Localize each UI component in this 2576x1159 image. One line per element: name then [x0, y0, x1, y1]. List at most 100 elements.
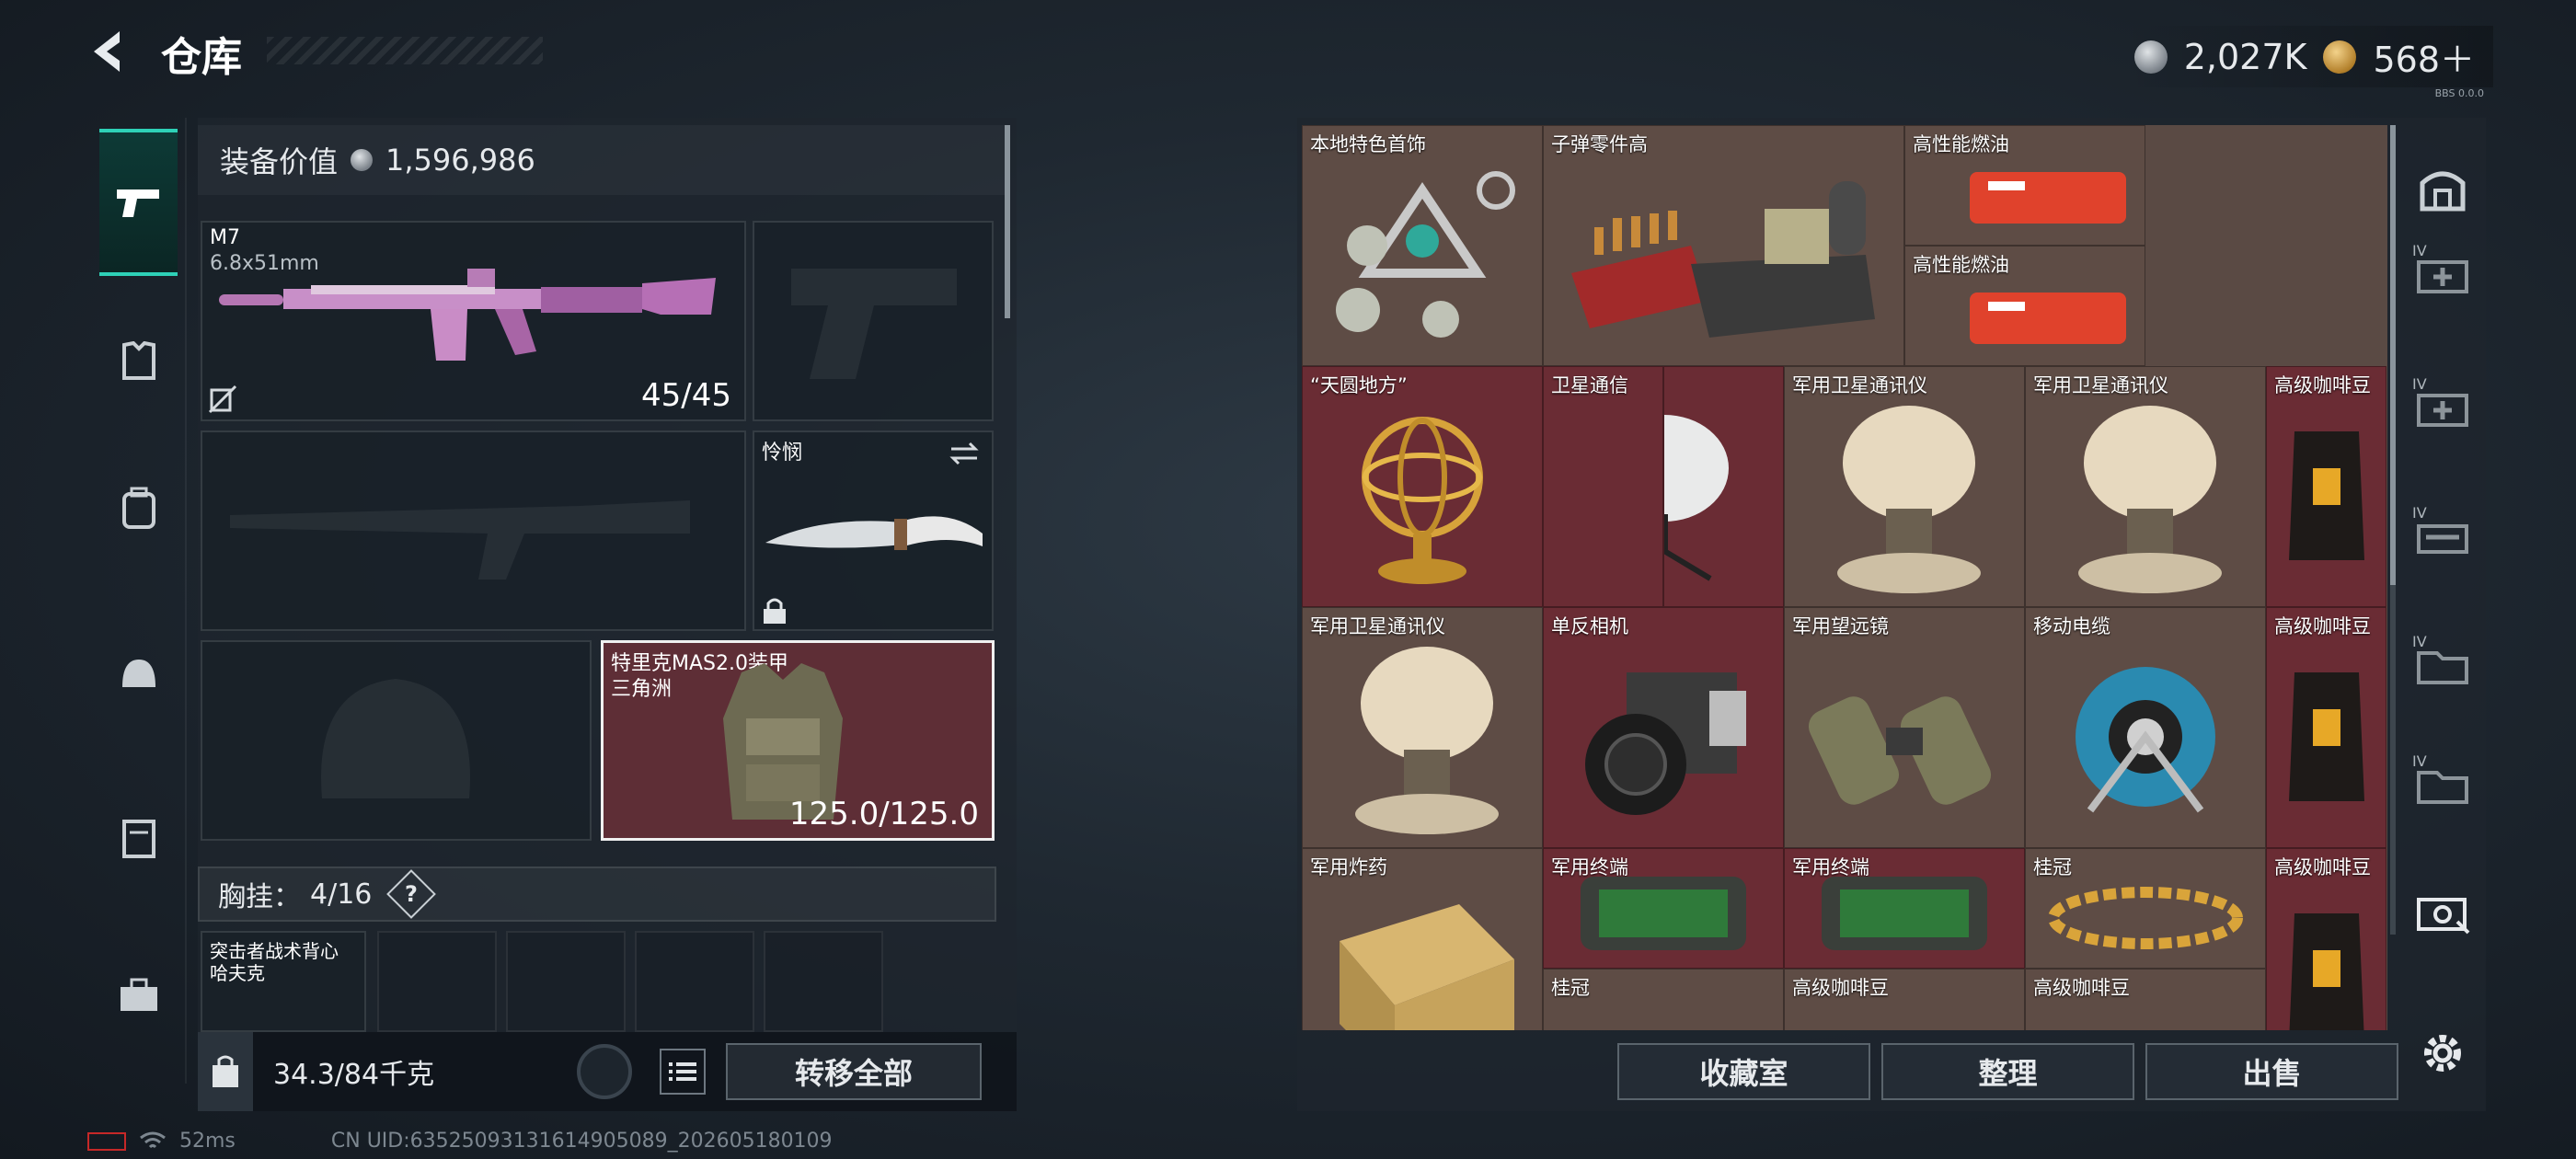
swap-icon[interactable] — [948, 440, 981, 467]
terminal-icon — [1581, 877, 1746, 950]
chest-rig-bar: 胸挂： 4/16 ? — [198, 866, 996, 922]
folder-icon-2[interactable]: IV — [2410, 752, 2475, 817]
item-name: 高性能燃油 — [1913, 254, 2009, 276]
item-name: 军用炸药 — [1310, 856, 1387, 878]
sidearm-slot[interactable] — [753, 221, 994, 421]
rig-slot-4[interactable] — [764, 931, 883, 1032]
item-military-satcom[interactable]: 军用卫星通讯仪 — [2025, 366, 2266, 607]
item-fuel[interactable]: 高性能燃油 — [1904, 125, 2145, 246]
currency-bar: 2,027K 568＋ — [2115, 26, 2493, 87]
item-ammo-parts[interactable]: 子弹零件高 — [1543, 125, 1904, 366]
chest-rig-count: 4/16 — [310, 878, 373, 911]
explosive-box-icon — [1340, 904, 1514, 1030]
item-cable-reel[interactable]: 移动电缆 — [2025, 607, 2266, 848]
rig-slot-1[interactable] — [377, 931, 497, 1032]
armor-faction: 三角洲 — [611, 678, 673, 701]
stash-icon[interactable] — [2410, 156, 2475, 221]
weight-current: 34.3 — [273, 1059, 335, 1091]
rig-slot-2[interactable] — [506, 931, 626, 1032]
silver-coin-icon — [2133, 40, 2168, 74]
pistol-icon[interactable] — [99, 129, 178, 276]
lock-icon — [764, 598, 786, 624]
item-laurel[interactable]: 桂冠 — [2025, 848, 2266, 969]
item-binoculars[interactable]: 军用望远镜 — [1784, 607, 2025, 848]
equipment-value-amount: 1,596,986 — [385, 143, 535, 178]
indicator-circle-icon — [577, 1044, 632, 1099]
fuel-can-icon — [1970, 172, 2126, 224]
medkit-icon-2[interactable]: IV — [2410, 375, 2475, 440]
stash-scroll-thumb[interactable] — [2390, 125, 2396, 585]
left-category-nav — [90, 118, 187, 1084]
item-name: 军用望远镜 — [1792, 615, 1889, 637]
item-name: 本地特色首饰 — [1310, 133, 1426, 155]
gold-balance[interactable]: 568＋ — [2373, 31, 2475, 82]
settings-icon[interactable] — [2410, 1021, 2475, 1085]
satcom-device-icon — [1837, 406, 1981, 593]
item-laurel[interactable]: 桂冠 — [1543, 969, 1784, 1030]
list-icon[interactable] — [660, 1049, 706, 1095]
toolbox-icon[interactable] — [99, 955, 178, 1033]
case-icon[interactable] — [99, 798, 178, 877]
item-fuel[interactable]: 高性能燃油 — [1904, 246, 2145, 366]
item-name: 军用卫星通讯仪 — [1310, 615, 1445, 637]
m7-rifle-icon — [219, 269, 716, 361]
item-jewelry[interactable]: 本地特色首饰 — [1302, 125, 1543, 366]
item-military-terminal[interactable]: 军用终端 — [1784, 848, 2025, 969]
item-dslr[interactable]: 单反相机 — [1543, 607, 1784, 848]
secondary-weapon-slot[interactable] — [201, 430, 746, 631]
weight-max: /84千克 — [334, 1059, 435, 1091]
gold-coin-icon — [2323, 40, 2357, 74]
backpack-icon[interactable] — [99, 469, 178, 547]
collection-button[interactable]: 收藏室 — [1617, 1043, 1870, 1100]
jewelry-icon — [1336, 171, 1515, 338]
item-coffee[interactable]: 高级咖啡豆 — [2266, 848, 2386, 1030]
rifle-silhouette-icon — [230, 500, 690, 580]
item-armillary[interactable]: “天圆地方” — [1302, 366, 1543, 607]
armor-icon[interactable] — [99, 322, 178, 400]
item-coffee[interactable]: 高级咖啡豆 — [2266, 607, 2386, 848]
item-coffee[interactable]: 高级咖啡豆 — [2266, 366, 2386, 607]
item-satcom[interactable]: 卫星通信 — [1543, 366, 1663, 607]
medkit-icon[interactable]: IV — [2410, 242, 2475, 306]
item-satcom-cont[interactable] — [1663, 366, 1784, 607]
helmet-icon[interactable] — [99, 635, 178, 713]
item-military-satcom[interactable]: 军用卫星通讯仪 — [1302, 607, 1543, 848]
coffee-bag-icon — [2289, 672, 2364, 801]
wifi-icon — [140, 1131, 166, 1148]
item-military-terminal[interactable]: 军用终端 — [1543, 848, 1784, 969]
helmet-slot[interactable] — [201, 640, 592, 841]
pistol-silhouette-icon — [791, 269, 957, 379]
loadout-scrollbar[interactable] — [1005, 125, 1010, 318]
item-military-satcom[interactable]: 军用卫星通讯仪 — [1784, 366, 2025, 607]
transfer-all-button[interactable]: 转移全部 — [726, 1043, 982, 1100]
weapon-case-icon[interactable]: IV — [2410, 504, 2475, 568]
silver-coin-icon — [351, 149, 374, 171]
rig-slot-3[interactable] — [635, 931, 754, 1032]
chest-rig-item[interactable]: 突击者战术背心 哈夫克 — [201, 931, 366, 1032]
folder-icon[interactable]: IV — [2410, 633, 2475, 697]
satellite-dish-icon — [1664, 415, 1729, 581]
sell-button[interactable]: 出售 — [2145, 1043, 2398, 1100]
rig-item-brand: 哈夫克 — [210, 962, 265, 984]
item-name: 高级咖啡豆 — [2274, 856, 2371, 878]
primary-weapon-slot[interactable]: M7 6.8x51mm 45/45 — [201, 221, 746, 421]
item-explosive[interactable]: 军用炸药 — [1302, 848, 1543, 1030]
armor-slot[interactable]: 特里克MAS2.0装甲 三角洲 125.0/125.0 — [601, 640, 995, 841]
item-name: 桂冠 — [1551, 977, 1590, 999]
no-attachment-icon — [208, 384, 237, 414]
melee-slot[interactable]: 怜悯 — [753, 430, 994, 631]
sort-button[interactable]: 整理 — [1881, 1043, 2134, 1100]
fuel-can-icon — [1970, 293, 2126, 344]
item-coffee[interactable]: 高级咖啡豆 — [2025, 969, 2266, 1030]
binoculars-icon — [1808, 696, 1992, 805]
ammo-parts-icon — [1571, 181, 1875, 338]
item-name: 子弹零件高 — [1551, 133, 1648, 155]
back-arrow-icon[interactable] — [83, 24, 138, 79]
ping-text: 52ms — [179, 1130, 236, 1153]
cable-reel-icon — [2076, 667, 2215, 813]
battery-icon — [87, 1131, 126, 1151]
item-coffee[interactable]: 高级咖啡豆 — [1784, 969, 2025, 1030]
weight-bag-icon — [198, 1032, 253, 1111]
help-icon[interactable]: ? — [386, 869, 437, 919]
camera-case-icon[interactable] — [2410, 879, 2475, 944]
